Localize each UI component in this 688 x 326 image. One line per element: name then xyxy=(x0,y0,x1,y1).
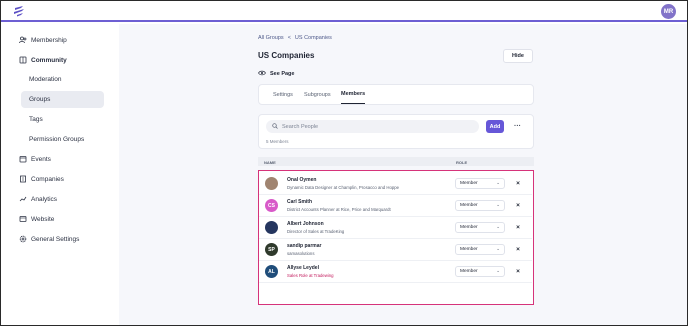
users-icon xyxy=(19,36,27,44)
role-value: Member xyxy=(460,225,478,230)
members-list: Onal Oymen Dynamic Data Designer at Cham… xyxy=(258,170,534,305)
breadcrumb-separator: < xyxy=(287,35,291,41)
role-value: Member xyxy=(460,247,478,252)
tab-settings[interactable]: Settings xyxy=(273,85,293,104)
member-name: Allyse Leydel xyxy=(287,265,319,271)
breadcrumb-root-link[interactable]: All Groups xyxy=(258,35,284,41)
hide-button[interactable]: Hide xyxy=(503,49,533,63)
member-title: Director of Sales at TradeKing xyxy=(287,229,345,234)
sidebar-item-permission-groups[interactable]: Permission Groups xyxy=(21,131,104,148)
see-page-link[interactable]: See Page xyxy=(258,70,294,78)
tab-members[interactable]: Members xyxy=(341,85,366,104)
sidebar-item-label: Tags xyxy=(29,116,43,123)
sidebar-item-companies[interactable]: Companies xyxy=(19,171,64,187)
member-title: Dynamic Data Designer at Champlin, Prosa… xyxy=(287,185,400,190)
role-select[interactable]: Member ⌄ xyxy=(455,200,505,211)
calendar-icon xyxy=(19,155,27,163)
table-row: CS Carl Smith District Accounts Planner … xyxy=(259,195,532,217)
sidebar-item-label: Moderation xyxy=(29,76,62,83)
top-bar: MR xyxy=(1,1,687,22)
remove-member-button[interactable]: × xyxy=(513,178,523,189)
sidebar-item-groups[interactable]: Groups xyxy=(21,91,104,108)
member-title: Sales Role at Tradewing xyxy=(287,273,334,278)
sidebar-item-label: Community xyxy=(31,56,67,64)
remove-member-button[interactable]: × xyxy=(513,200,523,211)
role-select[interactable]: Member ⌄ xyxy=(455,178,505,189)
column-header-role: ROLE xyxy=(456,159,468,165)
chart-icon xyxy=(19,195,27,203)
search-input[interactable]: Search People xyxy=(266,120,479,133)
user-avatar[interactable]: MR xyxy=(661,4,676,19)
sidebar-item-moderation[interactable]: Moderation xyxy=(21,71,104,88)
sidebar-item-events[interactable]: Events xyxy=(19,151,51,167)
member-name: Albert Johnson xyxy=(287,221,324,227)
sidebar-item-label: Permission Groups xyxy=(29,136,85,143)
role-select[interactable]: Member ⌄ xyxy=(455,222,505,233)
chevron-down-icon: ⌄ xyxy=(496,180,500,185)
avatar: AL xyxy=(265,265,278,278)
sidebar-item-website[interactable]: Website xyxy=(19,211,54,227)
page-title: US Companies xyxy=(258,51,315,60)
stripes-logo-icon[interactable] xyxy=(12,4,26,18)
table-row: Albert Johnson Director of Sales at Trad… xyxy=(259,217,532,239)
tabs-bar: Settings Subgroups Members xyxy=(258,84,534,105)
column-header-name: NAME xyxy=(264,159,276,165)
member-name: Carl Smith xyxy=(287,199,313,205)
tab-subgroups[interactable]: Subgroups xyxy=(304,85,331,104)
role-value: Member xyxy=(460,181,478,186)
avatar: SP xyxy=(265,243,278,256)
see-page-label: See Page xyxy=(270,71,295,77)
table-row: Onal Oymen Dynamic Data Designer at Cham… xyxy=(259,173,532,195)
avatar xyxy=(265,177,278,190)
chevron-down-icon: ⌄ xyxy=(496,246,500,251)
search-card: Search People Add ··· 5 Members xyxy=(258,114,534,149)
table-row: AL Allyse Leydel Sales Role at Tradewing… xyxy=(259,261,532,283)
breadcrumb: All Groups < US Companies xyxy=(258,35,332,41)
sidebar-item-label: Membership xyxy=(31,36,67,44)
book-icon xyxy=(19,56,27,64)
role-select[interactable]: Member ⌄ xyxy=(455,266,505,277)
sidebar-item-label: Events xyxy=(31,155,51,163)
add-button[interactable]: Add xyxy=(486,120,504,133)
search-placeholder: Search People xyxy=(282,123,319,130)
member-name: Onal Oymen xyxy=(287,177,317,183)
table-row: SP sandip parmar samasolutions Member ⌄ × xyxy=(259,239,532,261)
main-content: All Groups < US Companies US Companies H… xyxy=(119,24,687,325)
sidebar-item-general-settings[interactable]: General Settings xyxy=(19,231,79,247)
sidebar-item-membership[interactable]: Membership xyxy=(19,32,67,48)
sidebar-item-analytics[interactable]: Analytics xyxy=(19,191,57,207)
breadcrumb-current[interactable]: US Companies xyxy=(295,35,332,41)
building-icon xyxy=(19,175,27,183)
sidebar: Membership Community Moderation Groups T… xyxy=(1,24,119,325)
chevron-down-icon: ⌄ xyxy=(496,268,500,273)
more-options-button[interactable]: ··· xyxy=(510,120,525,133)
sidebar-item-label: Groups xyxy=(29,96,51,103)
role-value: Member xyxy=(460,269,478,274)
remove-member-button[interactable]: × xyxy=(513,244,523,255)
member-title: samasolutions xyxy=(287,251,315,256)
globe-icon xyxy=(19,215,27,223)
chevron-down-icon: ⌄ xyxy=(496,224,500,229)
member-name: sandip parmar xyxy=(287,243,322,249)
role-value: Member xyxy=(460,203,478,208)
sidebar-item-label: Website xyxy=(31,215,55,223)
table-header: NAME ROLE xyxy=(258,157,534,166)
avatar xyxy=(265,221,278,234)
search-icon xyxy=(272,122,278,131)
eye-icon xyxy=(258,70,266,78)
sidebar-item-tags[interactable]: Tags xyxy=(21,111,104,128)
avatar: CS xyxy=(265,199,278,212)
member-title: District Accounts Planner at Rice, Price… xyxy=(287,207,391,212)
remove-member-button[interactable]: × xyxy=(513,266,523,277)
gear-icon xyxy=(19,235,27,243)
remove-member-button[interactable]: × xyxy=(513,222,523,233)
sidebar-item-community[interactable]: Community xyxy=(19,52,67,68)
sidebar-item-label: Analytics xyxy=(31,195,58,203)
sidebar-item-label: General Settings xyxy=(31,235,80,243)
sidebar-item-label: Companies xyxy=(31,175,64,183)
member-count: 5 Members xyxy=(266,139,289,144)
role-select[interactable]: Member ⌄ xyxy=(455,244,505,255)
chevron-down-icon: ⌄ xyxy=(496,202,500,207)
